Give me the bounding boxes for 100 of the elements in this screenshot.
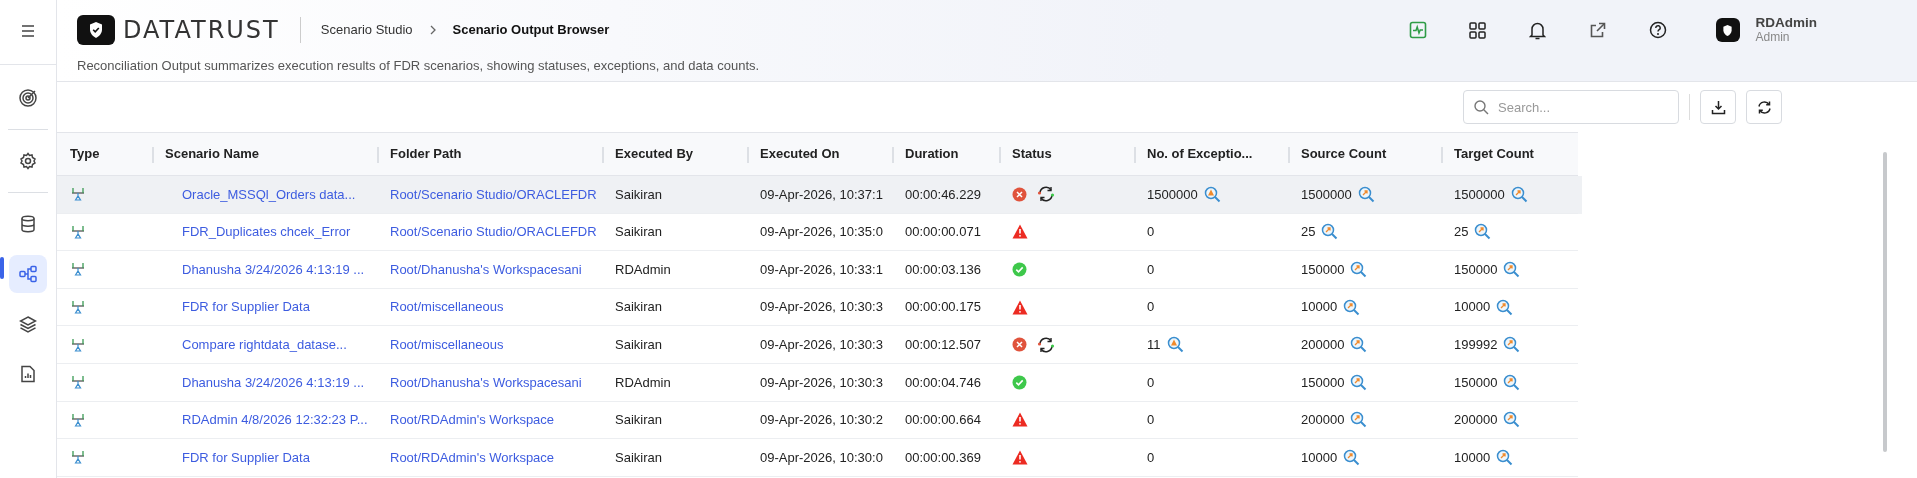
table-cell-text: 1500000 <box>1301 185 1352 204</box>
search-icon[interactable] <box>1510 185 1528 203</box>
column-header[interactable]: Executed On <box>747 132 892 176</box>
table-cell-text: 25 <box>1454 223 1469 242</box>
table-cell-text: 00:00:00.664 <box>905 411 981 430</box>
scenario-type-icon <box>70 375 86 390</box>
breadcrumb-link[interactable]: Scenario Studio <box>320 20 413 40</box>
folder-path-link[interactable]: Root/miscellaneous <box>390 297 504 317</box>
folder-path-link[interactable]: Root/Scenario Studio/ORACLEFDR <box>390 184 597 205</box>
scenario-name-link[interactable]: Oracle_MSSQl_Orders data... <box>182 184 356 205</box>
scenario-name-link[interactable]: FDR for Supplier Data <box>182 447 310 468</box>
table-cell-text: 00:00:03.136 <box>905 260 981 279</box>
breadcrumb-current: Scenario Output Browser <box>452 21 610 40</box>
rerun-icon[interactable] <box>1037 336 1055 353</box>
search-icon[interactable] <box>1343 298 1361 316</box>
scenario-type-icon <box>70 300 86 315</box>
search-icon[interactable] <box>1496 448 1514 466</box>
table-cell-text: 10000 <box>1454 448 1491 467</box>
scrollbar[interactable] <box>1883 152 1887 452</box>
table-cell-text: Saikiran <box>615 448 662 467</box>
column-header[interactable]: Source Count <box>1288 132 1441 176</box>
table-row[interactable]: RDAdmin 4/8/2026 12:32:23 P... Root/RDAdmin's Workspace Saikiran 09-Apr-2026, 10:30:2 00:00:00.664 0 200000 200000 <box>57 401 1582 440</box>
avatar-icon[interactable] <box>1715 18 1740 42</box>
folder-path-link[interactable]: Root/Scenario Studio/ORACLEFDR <box>390 222 597 242</box>
search-icon[interactable] <box>1503 411 1521 429</box>
table-row[interactable]: FDR for Supplier Data Root/RDAdmin's Workspace Saikiran 09-Apr-2026, 10:30:0 00:00:00.369 0 10000 10000 <box>57 439 1582 477</box>
table-row[interactable]: FDR for Supplier Data Root/miscellaneous Saikiran 09-Apr-2026, 10:30:3 00:00:00.175 0 10000 10000 <box>57 288 1582 327</box>
column-header[interactable]: Status <box>999 132 1134 176</box>
table-row[interactable]: Oracle_MSSQl_Orders data... Root/Scenario Studio/ORACLEFDR Saikiran 09-Apr-2026, 10:37:1 00:00:46.229 1500000 1500000 1500000 <box>57 176 1582 214</box>
table-cell-text: 09-Apr-2026, 10:30:3 <box>760 335 883 354</box>
column-header[interactable]: Scenario Name <box>152 132 377 176</box>
exception-search-icon[interactable] <box>1166 336 1184 354</box>
success-icon <box>1012 262 1027 277</box>
scenario-name-link[interactable]: Dhanusha 3/24/2026 4:13:19 ... <box>182 372 365 392</box>
column-header[interactable]: Duration <box>892 132 999 176</box>
table-cell-text: 11 <box>1147 335 1161 354</box>
search-icon[interactable] <box>1350 336 1368 354</box>
table-row[interactable]: Compare rightdata_datase... Root/miscellaneous Saikiran 09-Apr-2026, 10:30:3 00:00:12.507 11 200000 199992 <box>57 326 1582 364</box>
diagram-icon[interactable] <box>9 255 47 293</box>
exception-search-icon[interactable] <box>1203 185 1221 203</box>
table-row[interactable]: Dhanusha 3/24/2026 4:13:19 ... Root/Dhanusha's Workspacesani RDAdmin 09-Apr-2026, 10:33:1 00:00:03.136 0 150000 150000 <box>57 251 1582 289</box>
column-header[interactable]: Type <box>57 132 152 176</box>
folder-path-link[interactable]: Root/RDAdmin's Workspace <box>390 447 555 468</box>
scenario-name-link[interactable]: FDR_Duplicates chcek_Error <box>182 222 351 242</box>
column-header[interactable]: No. of Exceptio... <box>1134 132 1288 176</box>
search-icon[interactable] <box>1357 185 1375 203</box>
search-icon[interactable] <box>1350 261 1368 278</box>
rerun-icon[interactable] <box>1037 186 1055 203</box>
scenario-type-icon <box>70 337 86 352</box>
table-cell-text: 09-Apr-2026, 10:35:0 <box>760 223 883 242</box>
table-cell-text: 150000 <box>1301 260 1345 279</box>
chevron-icon <box>428 25 437 35</box>
table-cell-text: 09-Apr-2026, 10:30:0 <box>760 448 883 467</box>
table-cell-text: 00:00:00.071 <box>905 223 981 242</box>
table-cell-text: 10000 <box>1301 448 1338 467</box>
scenario-type-icon <box>70 450 86 465</box>
column-header[interactable]: Folder Path <box>377 132 602 176</box>
folder-path-link[interactable]: Root/Dhanusha's Workspacesani <box>390 259 582 280</box>
table-cell-text: 00:00:46.229 <box>905 185 981 204</box>
search-icon[interactable] <box>1321 223 1339 241</box>
table-cell-text: 00:00:04.746 <box>905 373 981 392</box>
search-icon[interactable] <box>1496 298 1514 316</box>
search-icon[interactable] <box>1503 373 1521 391</box>
table-cell-text: 150000 <box>1454 373 1498 392</box>
table-row[interactable]: Dhanusha 3/24/2026 4:13:19 ... Root/Dhanusha's Workspacesani RDAdmin 09-Apr-2026, 10:30:3 00:00:04.746 0 150000 150000 <box>57 363 1582 402</box>
table-row[interactable]: FDR_Duplicates chcek_Error Root/Scenario Studio/ORACLEFDR Saikiran 09-Apr-2026, 10:35:0 00:00:00.071 0 25 25 <box>57 213 1582 252</box>
table-cell-text: 0 <box>1147 411 1155 430</box>
column-header[interactable]: Target Count <box>1441 132 1578 176</box>
table-cell-text: Saikiran <box>615 185 662 204</box>
download-button[interactable] <box>1700 90 1736 124</box>
column-header[interactable]: Executed By <box>602 132 747 176</box>
table-cell-text: Saikiran <box>615 411 662 430</box>
search-icon[interactable] <box>1503 336 1521 354</box>
scenario-name-link[interactable]: RDAdmin 4/8/2026 12:32:23 P... <box>182 410 368 430</box>
folder-path-link[interactable]: Root/Dhanusha's Workspacesani <box>390 372 582 392</box>
folder-path-link[interactable]: Root/RDAdmin's Workspace <box>390 410 555 430</box>
table-cell-text: 200000 <box>1301 411 1345 430</box>
table-cell-text: Saikiran <box>615 298 662 317</box>
table-cell-text: 0 <box>1147 448 1155 467</box>
search-icon[interactable] <box>1343 448 1361 466</box>
warning-icon <box>1012 412 1028 428</box>
search-icon[interactable] <box>1350 373 1368 391</box>
table-cell-text: 09-Apr-2026, 10:30:3 <box>760 373 883 392</box>
download-icon <box>1710 99 1726 115</box>
scenario-name-link[interactable]: FDR for Supplier Data <box>182 297 310 317</box>
refresh-button[interactable] <box>1746 90 1782 124</box>
table-cell-text: 09-Apr-2026, 10:30:2 <box>760 411 883 430</box>
table-cell-text: 09-Apr-2026, 10:30:3 <box>760 298 883 317</box>
search-icon[interactable] <box>1474 223 1492 241</box>
table-cell-text: 00:00:00.369 <box>905 448 981 467</box>
table-cell-text: RDAdmin <box>615 373 671 392</box>
search-icon[interactable] <box>1503 261 1521 278</box>
search-field[interactable]: Search... <box>1463 90 1679 124</box>
scenario-name-link[interactable]: Dhanusha 3/24/2026 4:13:19 ... <box>182 259 365 280</box>
scenario-name-link[interactable]: Compare rightdata_datase... <box>182 334 347 355</box>
search-icon[interactable] <box>1350 411 1368 429</box>
scenario-type-icon <box>70 262 86 277</box>
success-icon <box>1012 374 1027 390</box>
table-cell-text: 10000 <box>1301 298 1338 317</box>
folder-path-link[interactable]: Root/miscellaneous <box>390 334 504 355</box>
